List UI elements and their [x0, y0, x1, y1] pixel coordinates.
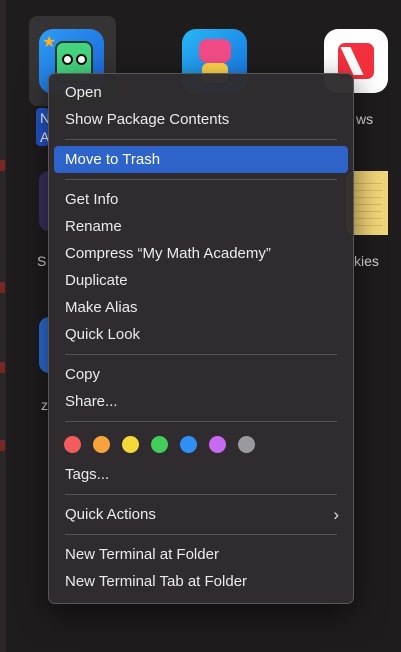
menu-item-tags[interactable]: Tags... [49, 461, 353, 488]
tag-orange-dot[interactable] [93, 436, 110, 453]
menu-item-share[interactable]: Share... [49, 388, 353, 415]
menu-item-move-to-trash[interactable]: Move to Trash [54, 146, 348, 173]
menu-item-duplicate[interactable]: Duplicate [49, 267, 353, 294]
tag-color-row [49, 428, 353, 461]
menu-separator [65, 179, 337, 180]
chevron-right-icon: › [333, 505, 339, 524]
menu-separator [65, 421, 337, 422]
menu-item-copy[interactable]: Copy [49, 361, 353, 388]
app-label-partial-lower: z [41, 397, 48, 413]
menu-item-make-alias[interactable]: Make Alias [49, 294, 353, 321]
tag-blue-dot[interactable] [180, 436, 197, 453]
tag-gray-dot[interactable] [238, 436, 255, 453]
app-label-partial: S [37, 253, 47, 269]
menu-item-new-terminal-at-folder[interactable]: New Terminal at Folder [49, 541, 353, 568]
menu-item-show-package-contents[interactable]: Show Package Contents [49, 106, 353, 133]
tag-purple-dot[interactable] [209, 436, 226, 453]
news-label: ws [356, 111, 374, 127]
menu-item-get-info[interactable]: Get Info [49, 186, 353, 213]
menu-item-quick-actions[interactable]: Quick Actions › [49, 501, 353, 528]
tag-red-dot[interactable] [64, 436, 81, 453]
menu-item-quick-look[interactable]: Quick Look [49, 321, 353, 348]
stickies-label: kies [354, 253, 379, 269]
menu-separator [65, 354, 337, 355]
menu-item-rename[interactable]: Rename [49, 213, 353, 240]
sidebar-edge [0, 0, 6, 652]
tag-yellow-dot[interactable] [122, 436, 139, 453]
tag-green-dot[interactable] [151, 436, 168, 453]
menu-separator [65, 534, 337, 535]
menu-item-compress[interactable]: Compress “My Math Academy” [49, 240, 353, 267]
quick-actions-label: Quick Actions [65, 506, 156, 523]
menu-item-open[interactable]: Open [49, 79, 353, 106]
menu-item-new-terminal-tab-at-folder[interactable]: New Terminal Tab at Folder [49, 568, 353, 595]
menu-separator [65, 139, 337, 140]
menu-separator [65, 494, 337, 495]
context-menu: Open Show Package Contents Move to Trash… [48, 73, 354, 604]
